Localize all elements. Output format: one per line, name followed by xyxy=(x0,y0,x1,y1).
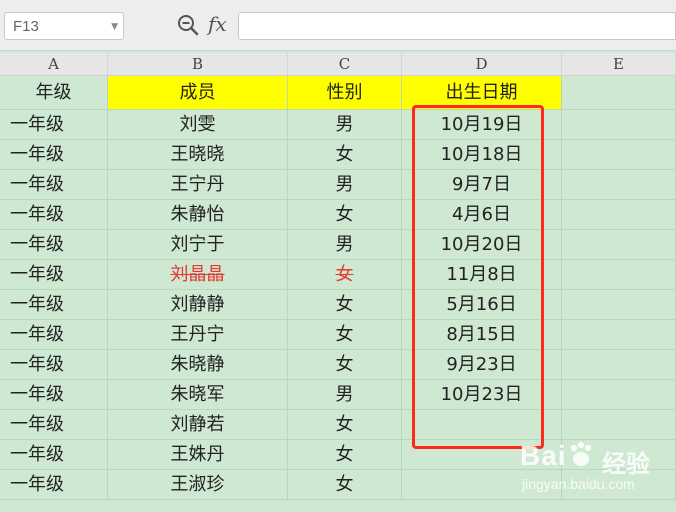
grade-cell[interactable]: 一年级 xyxy=(0,410,108,440)
gender-cell[interactable]: 女 xyxy=(288,290,402,320)
empty-cell[interactable] xyxy=(562,140,676,170)
member-cell[interactable]: 王淑珍 xyxy=(108,470,288,500)
zoom-search-icon[interactable] xyxy=(176,13,200,37)
member-cell[interactable]: 刘雯 xyxy=(108,110,288,140)
header-cell-member[interactable]: 成员 xyxy=(108,76,288,110)
table-row: 一年级 刘雯男 10月19日 xyxy=(0,110,676,140)
grade-cell[interactable]: 一年级 xyxy=(0,170,108,200)
grade-cell[interactable]: 一年级 xyxy=(0,230,108,260)
gender-cell[interactable]: 男 xyxy=(288,380,402,410)
insert-function-button[interactable]: fx xyxy=(208,12,227,36)
column-header-d[interactable]: D xyxy=(402,53,562,76)
baidu-jingyan-watermark: Bai 经验 jingyan.baidu.com xyxy=(520,440,670,496)
gender-cell[interactable]: 女 xyxy=(288,410,402,440)
empty-cell[interactable] xyxy=(562,200,676,230)
table-row: 一年级 刘静静女 5月16日 xyxy=(0,290,676,320)
table-row: 一年级 刘晶晶女 11月8日 xyxy=(0,260,676,290)
grade-cell[interactable]: 一年级 xyxy=(0,200,108,230)
table-row: 一年级 王丹宁女 8月15日 xyxy=(0,320,676,350)
table-row: 一年级 刘宁于男 10月20日 xyxy=(0,230,676,260)
gender-cell[interactable]: 女 xyxy=(288,320,402,350)
member-cell[interactable]: 朱晓静 xyxy=(108,350,288,380)
empty-cell[interactable] xyxy=(562,260,676,290)
gender-cell[interactable]: 男 xyxy=(288,230,402,260)
gender-cell[interactable]: 女 xyxy=(288,200,402,230)
empty-cell[interactable] xyxy=(562,230,676,260)
chevron-down-icon[interactable]: ▼ xyxy=(111,22,118,32)
paw-icon xyxy=(570,441,592,466)
grade-cell[interactable]: 一年级 xyxy=(0,470,108,500)
empty-cell[interactable] xyxy=(562,110,676,140)
name-box[interactable]: F13 ▼ xyxy=(4,12,124,40)
gender-cell[interactable]: 女 xyxy=(288,350,402,380)
header-row: 年级 成员 性别 出生日期 xyxy=(0,76,676,110)
column-header-b[interactable]: B xyxy=(108,53,288,76)
grade-cell[interactable]: 一年级 xyxy=(0,140,108,170)
empty-cell[interactable] xyxy=(562,320,676,350)
table-row: 一年级 朱晓军男 10月23日 xyxy=(0,380,676,410)
grade-cell[interactable]: 一年级 xyxy=(0,110,108,140)
column-header-e[interactable]: E xyxy=(562,53,676,76)
grade-cell[interactable]: 一年级 xyxy=(0,440,108,470)
member-cell[interactable]: 王姝丹 xyxy=(108,440,288,470)
member-cell[interactable]: 刘静若 xyxy=(108,410,288,440)
header-cell-gender[interactable]: 性别 xyxy=(288,76,402,110)
table-row: 一年级 王宁丹男 9月7日 xyxy=(0,170,676,200)
grade-cell[interactable]: 一年级 xyxy=(0,380,108,410)
table-row: 一年级 王晓晓女 10月18日 xyxy=(0,140,676,170)
column-header-c[interactable]: C xyxy=(288,53,402,76)
watermark-brand-cn: 经验 xyxy=(602,450,650,478)
table-row: 一年级 朱晓静女 9月23日 xyxy=(0,350,676,380)
empty-cell[interactable] xyxy=(562,410,676,440)
member-cell[interactable]: 王宁丹 xyxy=(108,170,288,200)
gender-cell[interactable]: 女 xyxy=(288,440,402,470)
member-cell[interactable]: 刘宁于 xyxy=(108,230,288,260)
member-cell[interactable]: 刘晶晶 xyxy=(108,260,288,290)
gender-cell[interactable]: 女 xyxy=(288,260,402,290)
highlight-box xyxy=(412,105,544,449)
member-cell[interactable]: 王丹宁 xyxy=(108,320,288,350)
table-row: 一年级 朱静怡女 4月6日 xyxy=(0,200,676,230)
gender-cell[interactable]: 女 xyxy=(288,140,402,170)
name-box-value: F13 xyxy=(13,18,39,35)
grade-cell[interactable]: 一年级 xyxy=(0,260,108,290)
header-cell-grade[interactable]: 年级 xyxy=(0,76,108,110)
empty-cell[interactable] xyxy=(562,380,676,410)
member-cell[interactable]: 王晓晓 xyxy=(108,140,288,170)
watermark-brand: Bai xyxy=(520,440,567,471)
member-cell[interactable]: 朱静怡 xyxy=(108,200,288,230)
empty-cell[interactable] xyxy=(562,350,676,380)
formula-bar: F13 ▼ fx xyxy=(0,0,676,51)
gender-cell[interactable]: 男 xyxy=(288,110,402,140)
empty-cell[interactable] xyxy=(562,290,676,320)
watermark-url: jingyan.baidu.com xyxy=(522,476,635,492)
column-header-a[interactable]: A xyxy=(0,53,108,76)
table-row: 一年级 刘静若女 xyxy=(0,410,676,440)
member-cell[interactable]: 朱晓军 xyxy=(108,380,288,410)
gender-cell[interactable]: 女 xyxy=(288,470,402,500)
empty-cell[interactable] xyxy=(562,76,676,110)
grade-cell[interactable]: 一年级 xyxy=(0,290,108,320)
grade-cell[interactable]: 一年级 xyxy=(0,350,108,380)
empty-cell[interactable] xyxy=(562,170,676,200)
gender-cell[interactable]: 男 xyxy=(288,170,402,200)
formula-input[interactable] xyxy=(238,12,676,40)
grade-cell[interactable]: 一年级 xyxy=(0,320,108,350)
member-cell[interactable]: 刘静静 xyxy=(108,290,288,320)
